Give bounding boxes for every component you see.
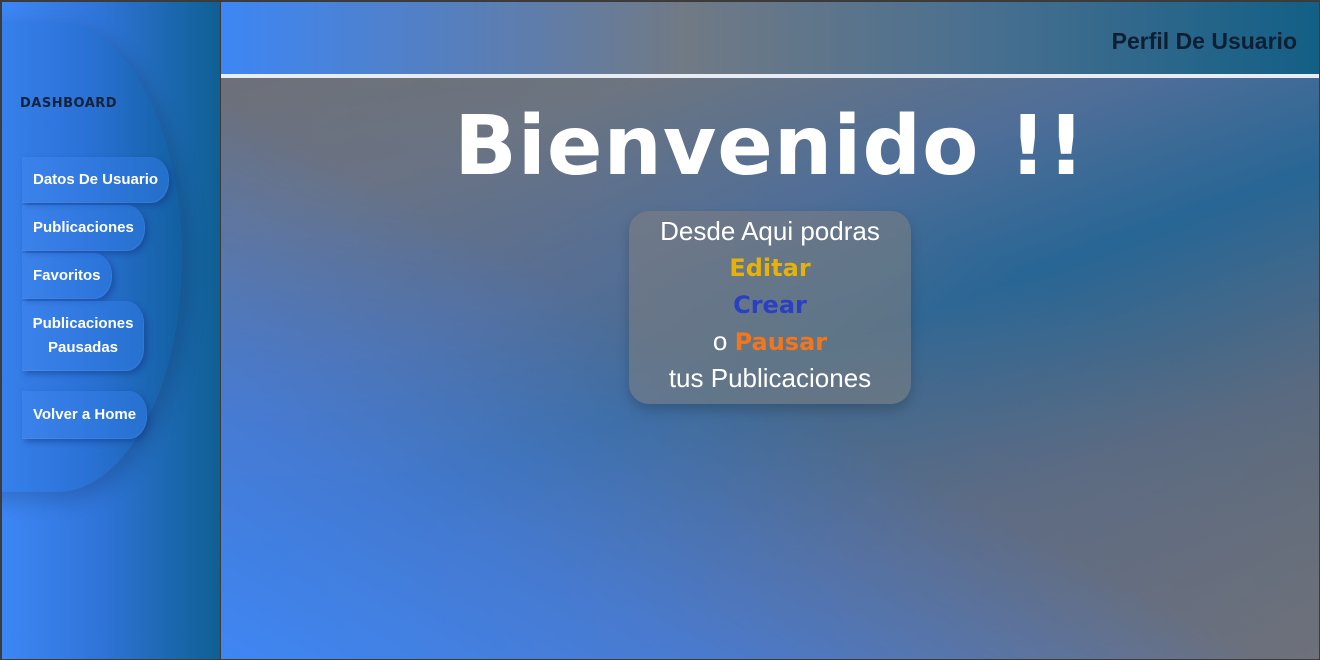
sidebar-item-volver-a-home[interactable]: Volver a Home <box>22 391 148 439</box>
sidebar-item-label: Publicaciones <box>33 219 134 236</box>
card-intro-text: Desde Aqui podras <box>660 216 880 246</box>
or-text: o <box>712 326 728 356</box>
welcome-heading: Bienvenido !! <box>454 99 1086 194</box>
sidebar-item-publicaciones[interactable]: Publicaciones <box>22 205 145 251</box>
sidebar-item-publicaciones-pausadas[interactable]: Publicaciones Pausadas <box>22 301 144 371</box>
sidebar: DASHBOARD Datos De Usuario Publicaciones… <box>2 2 220 659</box>
sidebar-item-label: Publicaciones Pausadas <box>32 315 134 356</box>
main-content: Bienvenido !! Desde Aqui podras Editar C… <box>221 78 1319 659</box>
sidebar-item-favoritos[interactable]: Favoritos <box>22 253 112 299</box>
pause-keyword: Pausar <box>734 328 828 356</box>
sidebar-item-datos-de-usuario[interactable]: Datos De Usuario <box>22 157 170 203</box>
create-keyword: Crear <box>733 291 807 319</box>
page-title: Perfil De Usuario <box>1111 28 1297 54</box>
app-window: DASHBOARD Datos De Usuario Publicaciones… <box>0 0 1320 660</box>
header: Perfil De Usuario <box>221 2 1319 75</box>
sidebar-item-label: Favoritos <box>33 267 101 284</box>
info-card: Desde Aqui podras Editar Crear o Pausar … <box>629 211 911 404</box>
card-outro-text: tus Publicaciones <box>668 363 872 393</box>
sidebar-item-label: Volver a Home <box>33 406 137 423</box>
edit-keyword: Editar <box>729 254 811 282</box>
sidebar-item-label: Datos De Usuario <box>33 171 159 188</box>
sidebar-title: DASHBOARD <box>20 96 118 111</box>
